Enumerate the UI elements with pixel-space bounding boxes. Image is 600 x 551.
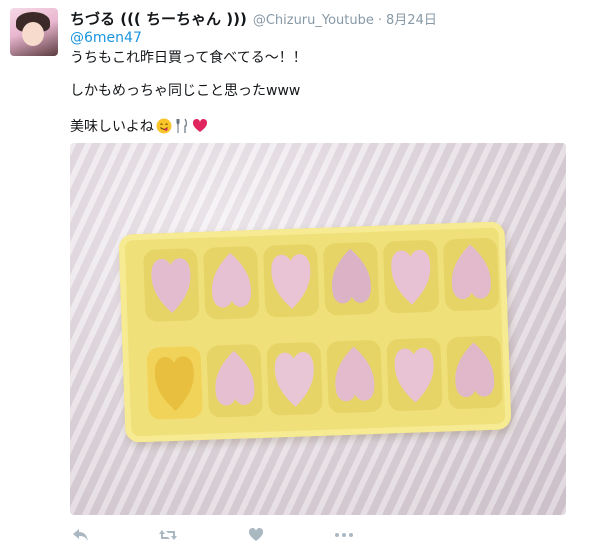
like-icon[interactable]: [246, 526, 266, 544]
tweet-text-line-3: 美味しいよね: [70, 116, 208, 136]
red-heart-icon: [192, 118, 207, 132]
display-name[interactable]: ちづる ((( ちーちゃん ))): [70, 8, 247, 29]
reply-mention[interactable]: @6men47: [70, 30, 142, 46]
tweet-header: ちづる ((( ちーちゃん ))) @Chizuru_Youtube · 8月2…: [70, 8, 437, 30]
avatar[interactable]: [10, 8, 58, 56]
tweet-text-line-1: うちもこれ昨日買って食べてる〜！！: [70, 50, 307, 66]
separator: ·: [377, 13, 383, 28]
retweet-icon[interactable]: [158, 526, 178, 544]
tweet-text-line-2: しかもめっちゃ同じこと思ったwww: [70, 83, 301, 99]
savoring-food-face-icon: [156, 118, 172, 134]
tweet-actions: [70, 526, 422, 544]
tweet-photo[interactable]: [70, 143, 566, 515]
user-handle[interactable]: @Chizuru_Youtube: [253, 13, 374, 28]
candy-tray: [118, 221, 512, 443]
fork-knife-icon: [176, 118, 187, 133]
more-icon[interactable]: [334, 526, 354, 544]
reply-icon[interactable]: [70, 526, 90, 544]
timestamp[interactable]: 8月24日: [386, 9, 437, 28]
tweet-text-line-3-text: 美味しいよね: [70, 119, 154, 135]
